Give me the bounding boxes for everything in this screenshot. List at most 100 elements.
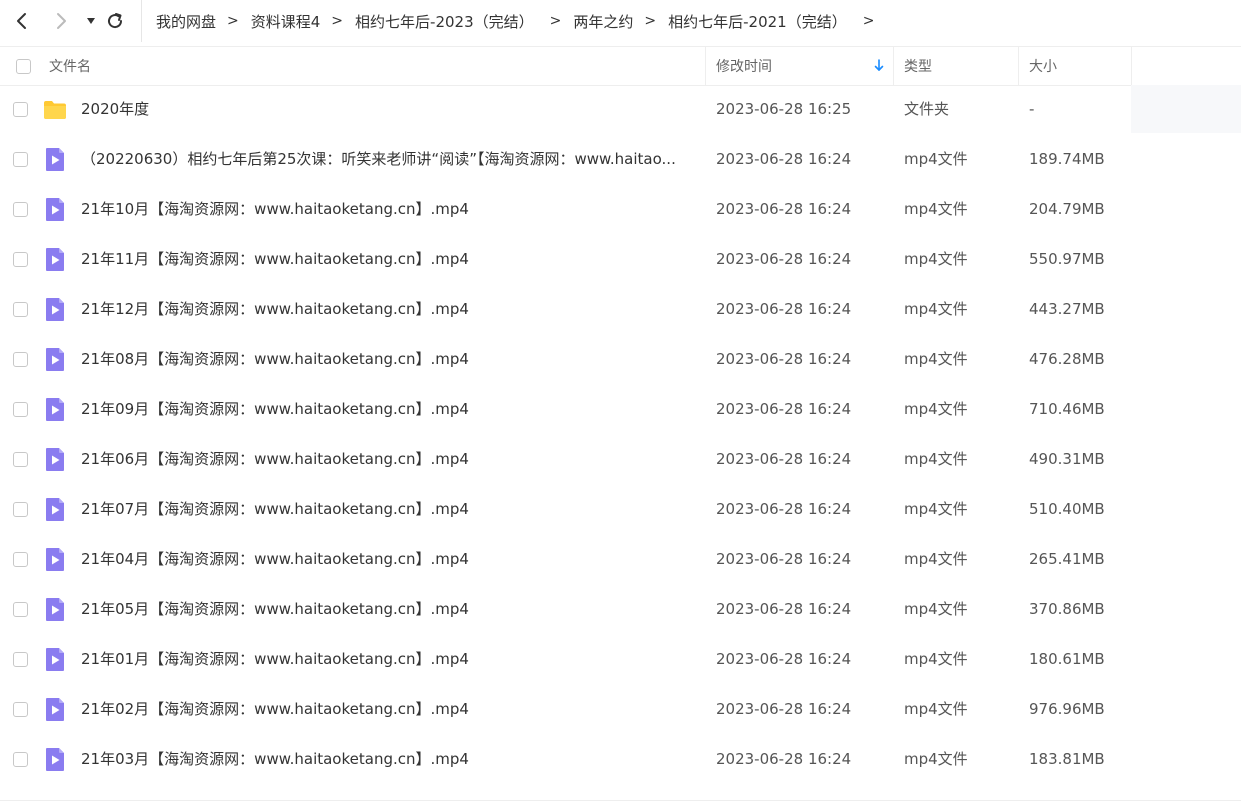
file-size: 180.61MB bbox=[1029, 650, 1105, 668]
file-row[interactable]: 21年05月【海淘资源网：www.haitaoketang.cn】.mp4 20… bbox=[0, 585, 1241, 635]
file-name[interactable]: 21年10月【海淘资源网：www.haitaoketang.cn】.mp4 bbox=[81, 185, 691, 233]
breadcrumb-separator: > bbox=[862, 13, 875, 29]
video-file-icon bbox=[46, 648, 64, 671]
file-name[interactable]: 21年03月【海淘资源网：www.haitaoketang.cn】.mp4 bbox=[81, 735, 691, 783]
video-file-icon bbox=[46, 698, 64, 721]
refresh-button[interactable] bbox=[102, 8, 128, 34]
row-checkbox[interactable] bbox=[13, 552, 28, 567]
breadcrumb-item[interactable]: 资料课程4 bbox=[251, 11, 321, 32]
column-divider[interactable] bbox=[705, 47, 706, 85]
chevron-left-icon bbox=[17, 13, 26, 29]
column-divider[interactable] bbox=[1018, 47, 1019, 85]
top-navigation-bar: 我的网盘 > 资料课程4 > 相约七年后-2023（完结） > 两年之约 > 相… bbox=[0, 0, 1241, 42]
row-checkbox[interactable] bbox=[13, 302, 28, 317]
row-checkbox[interactable] bbox=[13, 152, 28, 167]
file-row[interactable]: 21年07月【海淘资源网：www.haitaoketang.cn】.mp4 20… bbox=[0, 485, 1241, 535]
file-row[interactable]: 21年08月【海淘资源网：www.haitaoketang.cn】.mp4 20… bbox=[0, 335, 1241, 385]
file-type: mp4文件 bbox=[904, 650, 968, 668]
row-checkbox[interactable] bbox=[13, 652, 28, 667]
row-checkbox[interactable] bbox=[13, 202, 28, 217]
file-name[interactable]: 21年12月【海淘资源网：www.haitaoketang.cn】.mp4 bbox=[81, 285, 691, 333]
file-modified-time: 2023-06-28 16:24 bbox=[716, 400, 852, 418]
file-modified-time: 2023-06-28 16:24 bbox=[716, 600, 852, 618]
row-checkbox[interactable] bbox=[13, 252, 28, 267]
file-row[interactable]: 21年09月【海淘资源网：www.haitaoketang.cn】.mp4 20… bbox=[0, 385, 1241, 435]
file-name[interactable]: 21年04月【海淘资源网：www.haitaoketang.cn】.mp4 bbox=[81, 535, 691, 583]
file-size: - bbox=[1029, 100, 1035, 118]
file-name[interactable]: （20220630）相约七年后第25次课：听笑来老师讲“阅读”【海淘资源网：ww… bbox=[81, 135, 691, 183]
file-size: 204.79MB bbox=[1029, 200, 1105, 218]
forward-button[interactable] bbox=[48, 8, 74, 34]
file-type: mp4文件 bbox=[904, 300, 968, 318]
refresh-icon bbox=[108, 13, 123, 29]
row-checkbox[interactable] bbox=[13, 102, 28, 117]
column-header-type[interactable]: 类型 bbox=[904, 47, 932, 85]
file-type: mp4文件 bbox=[904, 750, 968, 768]
file-row[interactable]: 21年11月【海淘资源网：www.haitaoketang.cn】.mp4 20… bbox=[0, 235, 1241, 285]
select-all-checkbox[interactable] bbox=[16, 58, 31, 74]
file-name[interactable]: 2020年度 bbox=[81, 85, 691, 133]
column-divider[interactable] bbox=[1131, 47, 1132, 85]
file-type: mp4文件 bbox=[904, 550, 968, 568]
file-size: 976.96MB bbox=[1029, 700, 1105, 718]
file-name[interactable]: 21年11月【海淘资源网：www.haitaoketang.cn】.mp4 bbox=[81, 235, 691, 283]
breadcrumb-separator: > bbox=[549, 13, 562, 29]
column-header-modified-label: 修改时间 bbox=[716, 59, 772, 75]
breadcrumb: 我的网盘 > 资料课程4 > 相约七年后-2023（完结） > 两年之约 > 相… bbox=[141, 0, 886, 42]
row-checkbox[interactable] bbox=[13, 352, 28, 367]
row-checkbox[interactable] bbox=[13, 502, 28, 517]
file-row[interactable]: （20220630）相约七年后第25次课：听笑来老师讲“阅读”【海淘资源网：ww… bbox=[0, 135, 1241, 185]
row-checkbox[interactable] bbox=[13, 702, 28, 717]
file-name[interactable]: 21年02月【海淘资源网：www.haitaoketang.cn】.mp4 bbox=[81, 685, 691, 733]
file-row[interactable]: 21年10月【海淘资源网：www.haitaoketang.cn】.mp4 20… bbox=[0, 185, 1241, 235]
file-modified-time: 2023-06-28 16:24 bbox=[716, 200, 852, 218]
row-checkbox[interactable] bbox=[13, 752, 28, 767]
file-name[interactable]: 21年01月【海淘资源网：www.haitaoketang.cn】.mp4 bbox=[81, 635, 691, 683]
file-row[interactable]: 21年06月【海淘资源网：www.haitaoketang.cn】.mp4 20… bbox=[0, 435, 1241, 485]
column-header-size[interactable]: 大小 bbox=[1029, 47, 1057, 85]
video-file-icon bbox=[46, 298, 64, 321]
file-size: 183.81MB bbox=[1029, 750, 1105, 768]
file-row[interactable]: 21年02月【海淘资源网：www.haitaoketang.cn】.mp4 20… bbox=[0, 685, 1241, 735]
file-row[interactable]: 2020年度 2023-06-28 16:25 文件夹 - bbox=[0, 85, 1241, 135]
file-modified-time: 2023-06-28 16:24 bbox=[716, 350, 852, 368]
file-type: mp4文件 bbox=[904, 600, 968, 618]
file-type: mp4文件 bbox=[904, 450, 968, 468]
file-modified-time: 2023-06-28 16:24 bbox=[716, 650, 852, 668]
file-name[interactable]: 21年07月【海淘资源网：www.haitaoketang.cn】.mp4 bbox=[81, 485, 691, 533]
breadcrumb-item[interactable]: 我的网盘 bbox=[156, 11, 216, 32]
video-file-icon bbox=[46, 598, 64, 621]
breadcrumb-item[interactable]: 两年之约 bbox=[573, 11, 633, 32]
file-row[interactable]: 21年03月【海淘资源网：www.haitaoketang.cn】.mp4 20… bbox=[0, 735, 1241, 785]
file-size: 189.74MB bbox=[1029, 150, 1105, 168]
breadcrumb-item[interactable]: 相约七年后-2023（完结） bbox=[355, 11, 534, 32]
breadcrumb-item-current[interactable]: 相约七年后-2021（完结） bbox=[668, 11, 847, 32]
row-checkbox[interactable] bbox=[13, 402, 28, 417]
file-list: 2020年度 2023-06-28 16:25 文件夹 - （20220630）… bbox=[0, 85, 1241, 785]
file-name[interactable]: 21年08月【海淘资源网：www.haitaoketang.cn】.mp4 bbox=[81, 335, 691, 383]
file-type: mp4文件 bbox=[904, 350, 968, 368]
column-divider[interactable] bbox=[893, 47, 894, 85]
history-dropdown-button[interactable] bbox=[78, 8, 104, 34]
file-name[interactable]: 21年06月【海淘资源网：www.haitaoketang.cn】.mp4 bbox=[81, 435, 691, 483]
file-modified-time: 2023-06-28 16:24 bbox=[716, 450, 852, 468]
file-name[interactable]: 21年05月【海淘资源网：www.haitaoketang.cn】.mp4 bbox=[81, 585, 691, 633]
file-row[interactable]: 21年04月【海淘资源网：www.haitaoketang.cn】.mp4 20… bbox=[0, 535, 1241, 585]
video-file-icon bbox=[46, 198, 64, 221]
back-button[interactable] bbox=[9, 8, 35, 34]
row-checkbox[interactable] bbox=[13, 602, 28, 617]
column-header-name[interactable]: 文件名 bbox=[49, 47, 91, 85]
breadcrumb-separator: > bbox=[331, 13, 344, 29]
file-modified-time: 2023-06-28 16:24 bbox=[716, 250, 852, 268]
chevron-right-icon bbox=[57, 13, 66, 29]
file-modified-time: 2023-06-28 16:24 bbox=[716, 150, 852, 168]
file-size: 476.28MB bbox=[1029, 350, 1105, 368]
file-row[interactable]: 21年01月【海淘资源网：www.haitaoketang.cn】.mp4 20… bbox=[0, 635, 1241, 685]
file-row[interactable]: 21年12月【海淘资源网：www.haitaoketang.cn】.mp4 20… bbox=[0, 285, 1241, 335]
file-size: 443.27MB bbox=[1029, 300, 1105, 318]
file-modified-time: 2023-06-28 16:24 bbox=[716, 700, 852, 718]
file-name[interactable]: 21年09月【海淘资源网：www.haitaoketang.cn】.mp4 bbox=[81, 385, 691, 433]
column-header-modified[interactable]: 修改时间 bbox=[716, 47, 892, 85]
row-checkbox[interactable] bbox=[13, 452, 28, 467]
file-type: 文件夹 bbox=[904, 100, 950, 118]
